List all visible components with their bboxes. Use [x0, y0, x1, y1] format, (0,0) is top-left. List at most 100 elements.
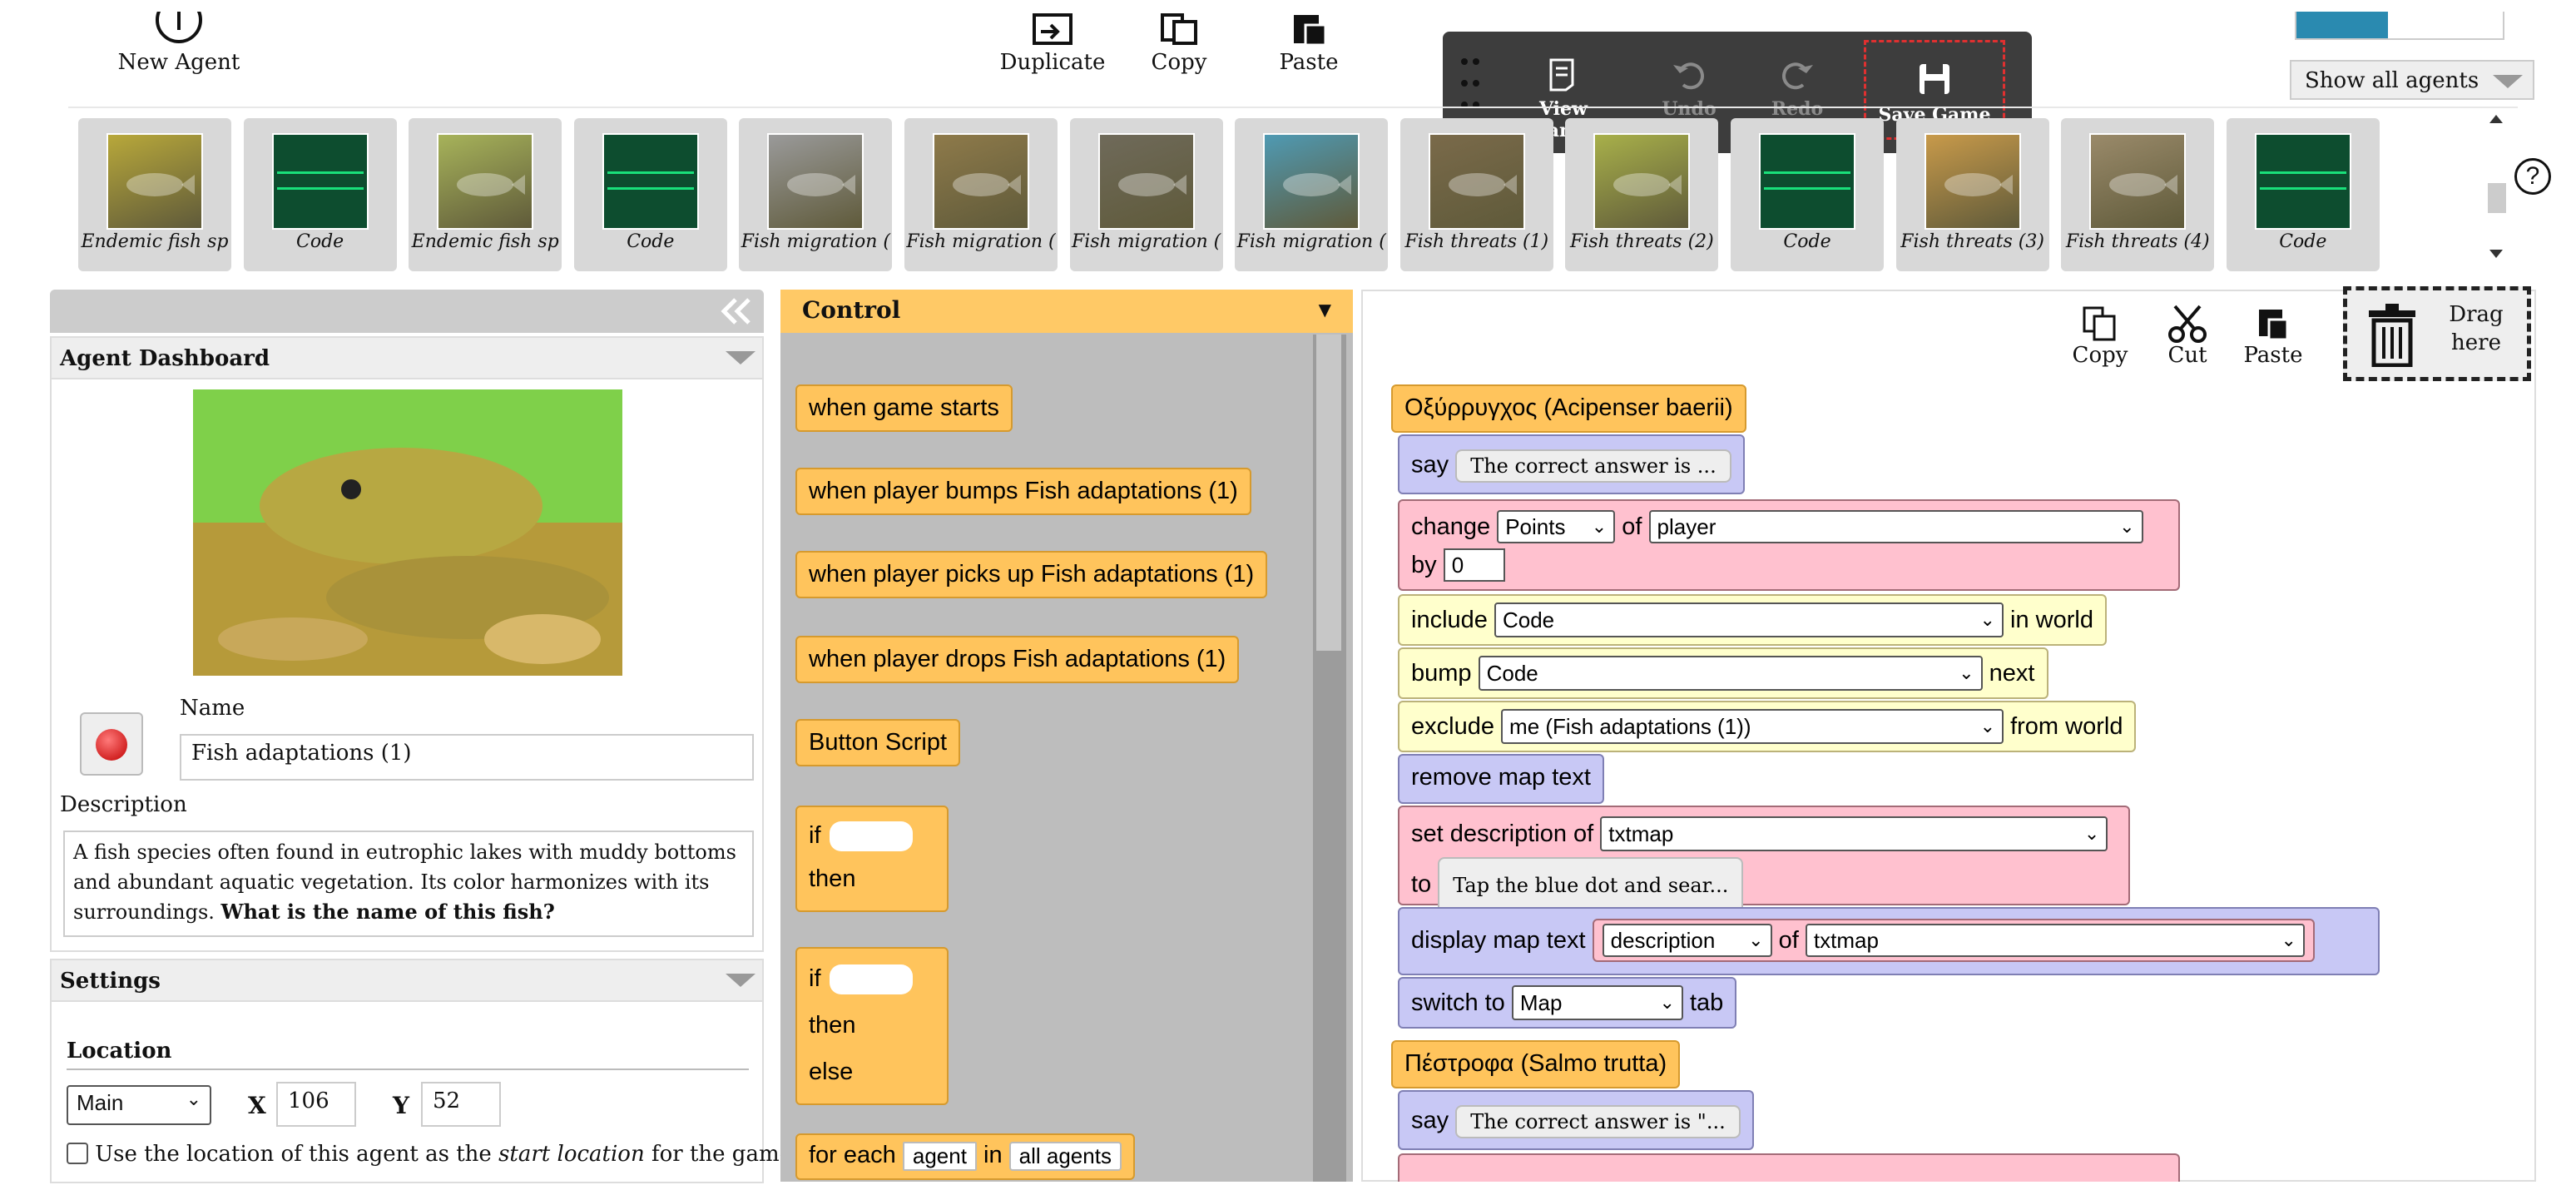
ws-block-switch-tab[interactable]: switch to Map ⌄ tab [1398, 977, 1737, 1029]
block-when-player-bumps[interactable]: when player bumps Fish adaptations (1) [795, 468, 1251, 515]
help-label: ? [2525, 162, 2540, 190]
code-frame [1764, 171, 1850, 190]
agent-tile[interactable]: Endemic fish sp [409, 118, 562, 271]
agent-tile[interactable]: Fish migration ( [739, 118, 893, 271]
world-select[interactable]: Main ⌄ [67, 1085, 211, 1125]
scroll-up-icon[interactable] [2489, 115, 2503, 123]
copy-button[interactable]: Copy [1142, 12, 1216, 75]
agent-tile[interactable]: Fish threats (4) [2061, 118, 2215, 271]
say-label: say [1411, 451, 1449, 478]
description-of-reporter[interactable]: description ⌄ of txtmap ⌄ [1592, 919, 2315, 962]
description-value: description [1610, 928, 1716, 953]
ws-block-bump[interactable]: bump Code ⌄ next [1398, 647, 2048, 699]
agent-tile[interactable]: Code [2226, 118, 2380, 271]
ws-block-remove-map-text[interactable]: remove map text [1398, 754, 1604, 804]
agent-tile[interactable]: Fish migration ( [1069, 118, 1223, 271]
ws-block-set-description[interactable]: set description of txtmap ⌄ to Tap the bl… [1398, 806, 2130, 914]
map-value: Map [1519, 990, 1563, 1015]
set-description-select[interactable]: txtmap ⌄ [1600, 816, 2108, 851]
duplicate-button[interactable]: Duplicate [998, 12, 1107, 75]
condition-slot[interactable] [829, 821, 913, 852]
change-target-select[interactable]: player ⌄ [1648, 510, 2143, 543]
chevron-down-icon [726, 974, 755, 987]
ws-paste-button[interactable]: Paste [2240, 305, 2306, 368]
block-for-each[interactable]: for each agent in all agents [795, 1133, 1135, 1180]
ws-block-display-map-text[interactable]: display map text description ⌄ of txtmap ⌄ [1398, 907, 2380, 975]
x-input[interactable]: 106 [276, 1082, 356, 1127]
from-world-label: from world [2010, 713, 2123, 740]
ws-block-change-partial[interactable] [1398, 1153, 2180, 1182]
ws-block-script-acipenser[interactable]: Οξύρρυγχος (Acipenser baerii) [1391, 384, 1746, 433]
tab-select[interactable]: Map ⌄ [1511, 985, 1683, 1020]
for-each-variable[interactable]: agent [902, 1142, 977, 1171]
switch-label: switch to [1411, 989, 1505, 1016]
agent-strip-scrollbar[interactable] [2479, 108, 2509, 266]
condition-slot[interactable] [829, 964, 913, 995]
ws-block-script-salmo[interactable]: Πέστροφα (Salmo trutta) [1391, 1040, 1681, 1088]
block-label: when player picks up Fish adaptations (1… [809, 561, 1255, 588]
reporter-property-select[interactable]: description ⌄ [1602, 924, 1772, 957]
agent-tile[interactable]: Endemic fish sp [78, 118, 231, 271]
settings-header[interactable]: Settings [52, 960, 762, 1002]
start-location-checkbox[interactable] [67, 1143, 88, 1164]
fish-icon [1944, 173, 2013, 196]
bump-select[interactable]: Code ⌄ [1478, 656, 1983, 691]
palette-scroll-thumb[interactable] [1316, 335, 1341, 651]
record-button[interactable] [80, 712, 143, 776]
ws-block-exclude[interactable]: exclude me (Fish adaptations (1)) ⌄ from … [1398, 701, 2137, 752]
code-agent-thumbnail [1759, 133, 1855, 230]
description-input[interactable]: A fish species often found in eutrophic … [63, 831, 754, 937]
agent-tile[interactable]: Code [243, 118, 397, 271]
change-label: change [1411, 513, 1491, 540]
say-value[interactable]: The correct answer is ... [1455, 449, 1731, 483]
y-input[interactable]: 52 [421, 1082, 501, 1127]
trash-drop-zone[interactable]: Drag here [2343, 286, 2531, 381]
agent-tile[interactable]: Fish migration ( [904, 118, 1058, 271]
ws-copy-button[interactable]: Copy [2067, 305, 2133, 368]
for-each-collection[interactable]: all agents [1008, 1142, 1122, 1171]
change-variable-select[interactable]: Points ⌄ [1497, 510, 1616, 543]
new-agent-button[interactable]: New Agent [116, 12, 241, 75]
agent-tile[interactable]: Code [1731, 118, 1884, 271]
agent-tile[interactable]: Code [573, 118, 727, 271]
block-button-script[interactable]: Button Script [795, 719, 961, 766]
dashboard-header[interactable]: Agent Dashboard [52, 338, 762, 379]
ws-block-say-1[interactable]: say The correct answer is ... [1398, 434, 1745, 494]
agent-thumbnail [1593, 133, 1691, 230]
agent-tile[interactable]: Fish threats (1) [1399, 118, 1553, 271]
by-value-input[interactable]: 0 [1443, 548, 1505, 582]
agent-tile[interactable]: Fish migration ( [1235, 118, 1389, 271]
collapse-panel-icon[interactable] [721, 298, 754, 325]
ws-cut-button[interactable]: Cut [2158, 305, 2217, 368]
chevron-down-icon: ⌄ [1979, 609, 1995, 630]
scroll-down-icon[interactable] [2489, 250, 2503, 258]
show-all-agents-select[interactable]: Show all agents [2290, 60, 2534, 100]
block-label: when player drops Fish adaptations (1) [809, 646, 1226, 672]
set-description-value[interactable]: Tap the blue dot and sear... [1438, 857, 1744, 914]
block-when-game-starts[interactable]: when game starts [795, 384, 1013, 432]
paste-button[interactable]: Paste [1271, 12, 1346, 75]
block-if-then[interactable]: if then [795, 806, 949, 912]
ws-block-say-2[interactable]: say The correct answer is "... [1398, 1090, 1754, 1150]
agent-thumbnail [1428, 133, 1525, 230]
name-input[interactable]: Fish adaptations (1) [180, 734, 754, 781]
ws-block-change[interactable]: change Points ⌄ of player ⌄ by 0 [1398, 499, 2180, 591]
record-icon [96, 729, 127, 761]
view-toggle[interactable] [2295, 12, 2504, 40]
block-when-player-drops[interactable]: when player drops Fish adaptations (1) [795, 636, 1240, 683]
agent-tile[interactable]: Fish threats (3) [1895, 118, 2049, 271]
chevron-down-icon [2493, 75, 2523, 88]
block-if-then-else[interactable]: if then else [795, 947, 949, 1105]
help-icon[interactable]: ? [2514, 158, 2551, 195]
palette-scrollbar[interactable] [1313, 335, 1346, 1182]
reporter-target-select[interactable]: txtmap ⌄ [1805, 924, 2305, 957]
block-when-player-picks-up[interactable]: when player picks up Fish adaptations (1… [795, 551, 1268, 598]
scroll-thumb[interactable] [2488, 183, 2506, 213]
palette-category-select[interactable]: Control ▼ [780, 290, 1353, 333]
agent-tile[interactable]: Fish threats (2) [1565, 118, 1719, 271]
txtmap-value: txtmap [1608, 821, 1674, 846]
include-select[interactable]: Code ⌄ [1494, 602, 2004, 637]
ws-block-include[interactable]: include Code ⌄ in world [1398, 594, 2107, 646]
say-value[interactable]: The correct answer is "... [1455, 1105, 1741, 1138]
exclude-select[interactable]: me (Fish adaptations (1)) ⌄ [1501, 709, 2004, 744]
